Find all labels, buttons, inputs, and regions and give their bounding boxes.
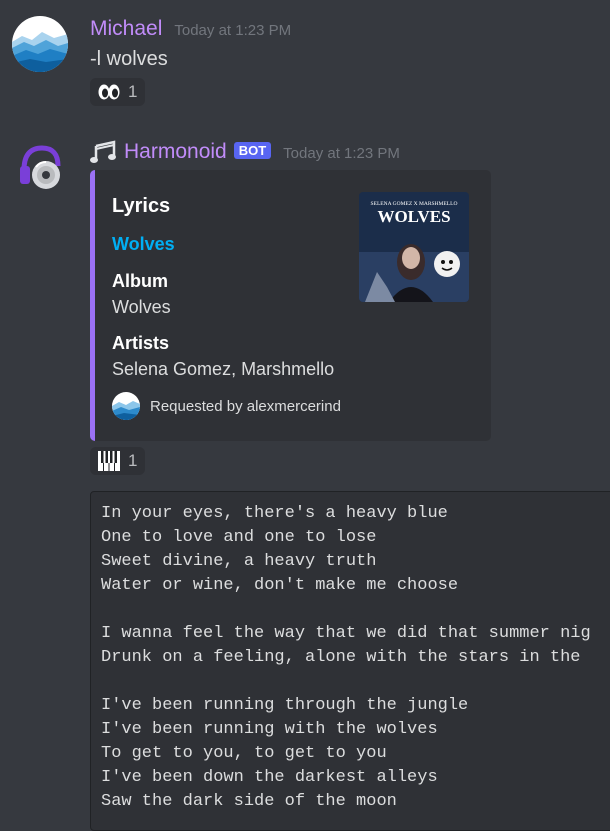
album-cover-title: WOLVES (377, 207, 450, 226)
reaction-eyes[interactable]: 1 (90, 78, 146, 106)
lyrics-embed: Lyrics Wolves Album Wolves Artists Selen… (90, 170, 491, 441)
lyrics-codeblock: In your eyes, there's a heavy blue One t… (90, 491, 610, 831)
field-album-name: Album (112, 271, 168, 291)
reaction-count: 1 (128, 82, 138, 101)
timestamp: Today at 1:23 PM (174, 22, 292, 39)
lyrics-line: I've been down the darkest alleys (101, 768, 438, 787)
bot-avatar[interactable] (14, 140, 78, 204)
piano-keys-emoji-icon (98, 451, 120, 471)
bot-badge: BOT (233, 142, 272, 159)
music-notes-icon (90, 140, 116, 163)
eyes-emoji-icon (98, 84, 120, 100)
lyrics-line: Sweet divine, a heavy truth (101, 552, 377, 571)
message-content: -l wolves (90, 48, 168, 70)
song-link[interactable]: Wolves (112, 234, 175, 255)
field-artists-name: Artists (112, 333, 170, 353)
timestamp: Today at 1:23 PM (283, 145, 400, 162)
username[interactable]: Michael (90, 17, 162, 41)
username[interactable]: Harmonoid (124, 140, 227, 164)
lyrics-line: Saw the dark side of the moon (101, 792, 397, 811)
lyrics-line: In your eyes, there's a heavy blue (101, 504, 448, 523)
album-cover-image: SELENA GOMEZ X MARSHMELLO WOLVES (359, 192, 469, 302)
footer-text: Requested by alexmercerind (150, 397, 341, 415)
lyrics-line: I've been running with the wolves (101, 720, 438, 739)
requester-avatar-icon (112, 392, 140, 420)
headphones-cd-icon (20, 145, 61, 189)
lyrics-line: Water or wine, don't make me choose (101, 576, 459, 595)
embed-footer: Requested by alexmercerind (112, 392, 341, 420)
reaction-count: 1 (128, 451, 138, 470)
field-artists-value: Selena Gomez, Marshmello (112, 359, 335, 379)
lyrics-line: I wanna feel the way that we did that su… (101, 624, 591, 643)
embed-title: Lyrics (112, 195, 171, 217)
lyrics-line: One to love and one to lose (101, 528, 377, 547)
reaction-piano[interactable]: 1 (90, 447, 146, 475)
lyrics-line: Drunk on a feeling, alone with the stars… (101, 648, 581, 667)
album-thumbnail[interactable]: SELENA GOMEZ X MARSHMELLO WOLVES (359, 192, 469, 302)
mountain-avatar-icon (12, 16, 68, 72)
lyrics-line: I've been running through the jungle (101, 696, 469, 715)
user-avatar[interactable] (12, 16, 68, 72)
field-album-value: Wolves (112, 297, 171, 317)
lyrics-line: To get to you, to get to you (101, 744, 387, 763)
